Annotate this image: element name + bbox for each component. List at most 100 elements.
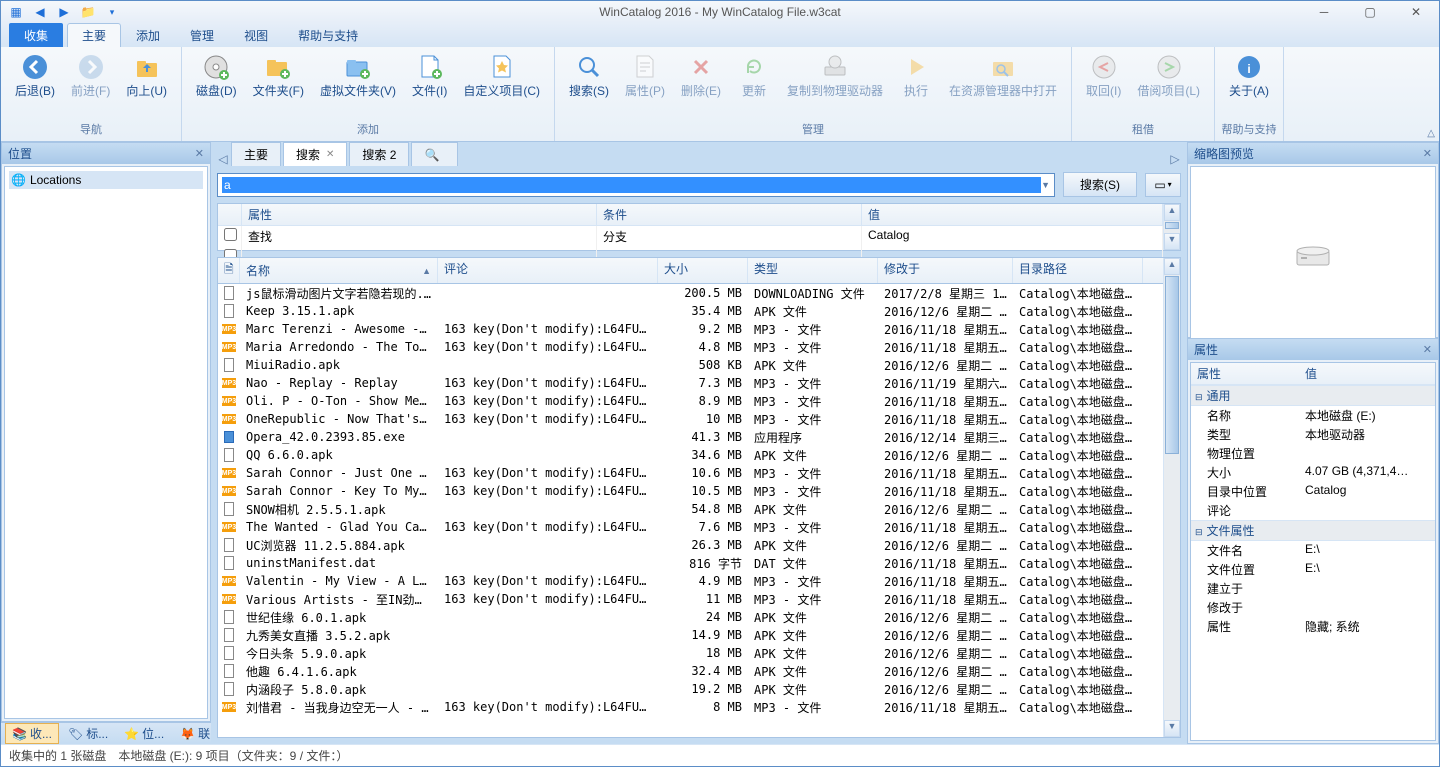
qat-back-icon[interactable]: ◀ xyxy=(31,3,49,21)
table-row[interactable]: 他趣 6.4.1.6.apk32.4 MBAPK 文件2016/12/6 星期二… xyxy=(218,662,1163,680)
table-row[interactable]: 九秀美女直播 3.5.2.apk14.9 MBAPK 文件2016/12/6 星… xyxy=(218,626,1163,644)
add-file-button[interactable]: 文件(I) xyxy=(404,49,455,100)
delete-button[interactable]: 删除(E) xyxy=(673,49,729,100)
table-row[interactable]: Opera_42.0.2393.85.exe41.3 MB应用程序2016/12… xyxy=(218,428,1163,446)
col-type[interactable]: 类型 xyxy=(748,258,878,283)
scroll-up-icon[interactable]: ▲ xyxy=(1164,204,1180,221)
doc-tab[interactable]: 搜索✕ xyxy=(283,142,347,166)
qat-folder-icon[interactable]: 📁 xyxy=(79,3,97,21)
scroll-down-icon[interactable]: ▼ xyxy=(1164,233,1180,250)
scroll-up-icon[interactable]: ▲ xyxy=(1164,258,1180,275)
table-row[interactable]: MP3Various Artists - 至IN劲爆嗨…163 key(Don'… xyxy=(218,590,1163,608)
prop-row[interactable]: 修改于 xyxy=(1191,598,1435,617)
execute-button[interactable]: 执行 xyxy=(891,49,941,100)
properties-grid[interactable]: 属性 值 ⊟通用名称本地磁盘 (E:)类型本地驱动器物理位置大小4.07 GB … xyxy=(1190,362,1436,741)
criteria-header-cond[interactable]: 条件 xyxy=(597,204,862,225)
table-row[interactable]: MP3Maria Arredondo - The Touch -…163 key… xyxy=(218,338,1163,356)
properties-button[interactable]: 属性(P) xyxy=(617,49,673,100)
taskbar-button[interactable]: 🏷标... xyxy=(61,723,115,744)
col-size[interactable]: 大小 xyxy=(658,258,748,283)
col-modified[interactable]: 修改于 xyxy=(878,258,1013,283)
tab-nav-left-icon[interactable]: ◁ xyxy=(215,152,231,166)
prop-row[interactable]: 名称本地磁盘 (E:) xyxy=(1191,406,1435,425)
prop-group-header[interactable]: ⊟文件属性 xyxy=(1191,520,1435,541)
props-col-value[interactable]: 值 xyxy=(1299,363,1323,384)
ribbon-tab[interactable]: 管理 xyxy=(175,23,229,47)
maximize-button[interactable]: ▢ xyxy=(1347,1,1393,23)
col-comment[interactable]: 评论 xyxy=(438,258,658,283)
table-row[interactable]: MP3Valentin - My View - A Little…163 key… xyxy=(218,572,1163,590)
add-custom-button[interactable]: 自定义项目(C) xyxy=(455,49,548,100)
close-button[interactable]: ✕ xyxy=(1393,1,1439,23)
prop-row[interactable]: 属性隐藏; 系统 xyxy=(1191,617,1435,636)
table-row[interactable]: QQ 6.6.0.apk34.6 MBAPK 文件2016/12/6 星期二 9… xyxy=(218,446,1163,464)
dropdown-icon[interactable]: ▼ xyxy=(1041,180,1050,190)
view-mode-button[interactable]: ▭ ▾ xyxy=(1145,173,1181,197)
col-icon[interactable]: 🗎 xyxy=(218,258,240,283)
copy-physical-button[interactable]: 复制到物理驱动器 xyxy=(779,49,891,100)
table-row[interactable]: js鼠标滑动图片文字若隐若现的...200.5 MBDOWNLOADING 文件… xyxy=(218,284,1163,302)
criteria-checkbox[interactable] xyxy=(224,228,237,241)
up-button[interactable]: 向上(U) xyxy=(118,49,175,100)
prop-row[interactable]: 文件名E:\ xyxy=(1191,541,1435,560)
prop-row[interactable]: 建立于 xyxy=(1191,579,1435,598)
taskbar-button[interactable]: ⭐位... xyxy=(117,723,171,744)
panel-close-icon[interactable]: ✕ xyxy=(195,147,204,160)
table-row[interactable]: MP3OneRepublic - Now That's What…163 key… xyxy=(218,410,1163,428)
ribbon-tab[interactable]: 主要 xyxy=(67,23,121,47)
scroll-down-icon[interactable]: ▼ xyxy=(1164,720,1180,737)
col-path[interactable]: 目录路径 xyxy=(1013,258,1143,283)
retrieve-button[interactable]: 取回(I) xyxy=(1078,49,1129,100)
table-row[interactable]: uninstManifest.dat816 字节DAT 文件2016/11/18… xyxy=(218,554,1163,572)
doc-tab[interactable]: 主要 xyxy=(231,142,281,166)
ribbon-tab[interactable]: 帮助与支持 xyxy=(283,23,373,47)
table-row[interactable]: 内涵段子 5.8.0.apk19.2 MBAPK 文件2016/12/6 星期二… xyxy=(218,680,1163,698)
back-button[interactable]: 后退(B) xyxy=(7,49,63,100)
ribbon-collapse-icon[interactable]: △ xyxy=(1427,128,1435,139)
open-explorer-button[interactable]: 在资源管理器中打开 xyxy=(941,49,1065,100)
panel-close-icon[interactable]: ✕ xyxy=(1423,343,1432,356)
table-row[interactable]: 世纪佳缘 6.0.1.apk24 MBAPK 文件2016/12/6 星期二 9… xyxy=(218,608,1163,626)
table-row[interactable]: MP3Sarah Connor - Just One Last …163 key… xyxy=(218,464,1163,482)
prop-row[interactable]: 文件位置E:\ xyxy=(1191,560,1435,579)
update-button[interactable]: 更新 xyxy=(729,49,779,100)
doc-tab[interactable]: 搜索 2 xyxy=(349,142,409,166)
ribbon-tab[interactable]: 收集 xyxy=(9,23,63,47)
add-vfolder-button[interactable]: 虚拟文件夹(V) xyxy=(312,49,404,100)
about-button[interactable]: i关于(A) xyxy=(1221,49,1277,100)
results-grid[interactable]: 🗎 名称▲ 评论 大小 类型 修改于 目录路径 js鼠标滑动图片文字若隐若现的.… xyxy=(217,257,1181,738)
criteria-row[interactable]: 查找 分支 Catalog xyxy=(218,226,1163,247)
criteria-header-attr[interactable]: 属性 xyxy=(242,204,597,225)
criteria-header-value[interactable]: 值 xyxy=(862,204,1163,225)
minimize-button[interactable]: ─ xyxy=(1301,1,1347,23)
taskbar-button[interactable]: 📚收... xyxy=(5,723,59,744)
qat-dropdown-icon[interactable]: ▾ xyxy=(103,3,121,21)
props-col-key[interactable]: 属性 xyxy=(1191,363,1299,384)
qat-forward-icon[interactable]: ▶ xyxy=(55,3,73,21)
add-folder-button[interactable]: 文件夹(F) xyxy=(245,49,312,100)
prop-row[interactable]: 评论 xyxy=(1191,501,1435,520)
scroll-thumb[interactable] xyxy=(1165,222,1179,229)
table-row[interactable]: Keep 3.15.1.apk35.4 MBAPK 文件2016/12/6 星期… xyxy=(218,302,1163,320)
doc-tab[interactable]: 🔍 xyxy=(411,142,458,166)
add-disk-button[interactable]: 磁盘(D) xyxy=(188,49,245,100)
tree-root[interactable]: 🌐 Locations xyxy=(9,171,203,189)
prop-row[interactable]: 目录中位置Catalog xyxy=(1191,482,1435,501)
search-input[interactable] xyxy=(222,177,1041,193)
table-row[interactable]: MP3Oli. P - O-Ton - Show Me Love163 key(… xyxy=(218,392,1163,410)
search-button[interactable]: 搜索(S) xyxy=(561,49,617,100)
grid-scrollbar[interactable]: ▲ ▼ xyxy=(1163,258,1180,737)
criteria-scrollbar[interactable]: ▲ ▼ xyxy=(1163,204,1180,250)
col-name[interactable]: 名称▲ xyxy=(240,258,438,283)
ribbon-tab[interactable]: 添加 xyxy=(121,23,175,47)
forward-button[interactable]: 前进(F) xyxy=(63,49,118,100)
prop-group-header[interactable]: ⊟通用 xyxy=(1191,385,1435,406)
table-row[interactable]: MP3刘惜君 - 当我身边空无一人 - 光163 key(Don't modif… xyxy=(218,698,1163,716)
search-input-wrapper[interactable]: ▼ xyxy=(217,173,1055,197)
table-row[interactable]: MP3Marc Terenzi - Awesome - Love…163 key… xyxy=(218,320,1163,338)
table-row[interactable]: MiuiRadio.apk508 KBAPK 文件2016/12/6 星期二 9… xyxy=(218,356,1163,374)
tab-nav-right-icon[interactable]: ▷ xyxy=(1167,152,1183,166)
panel-close-icon[interactable]: ✕ xyxy=(1423,147,1432,160)
do-search-button[interactable]: 搜索(S) xyxy=(1063,172,1137,197)
table-row[interactable]: MP3The Wanted - Glad You Came - …163 key… xyxy=(218,518,1163,536)
